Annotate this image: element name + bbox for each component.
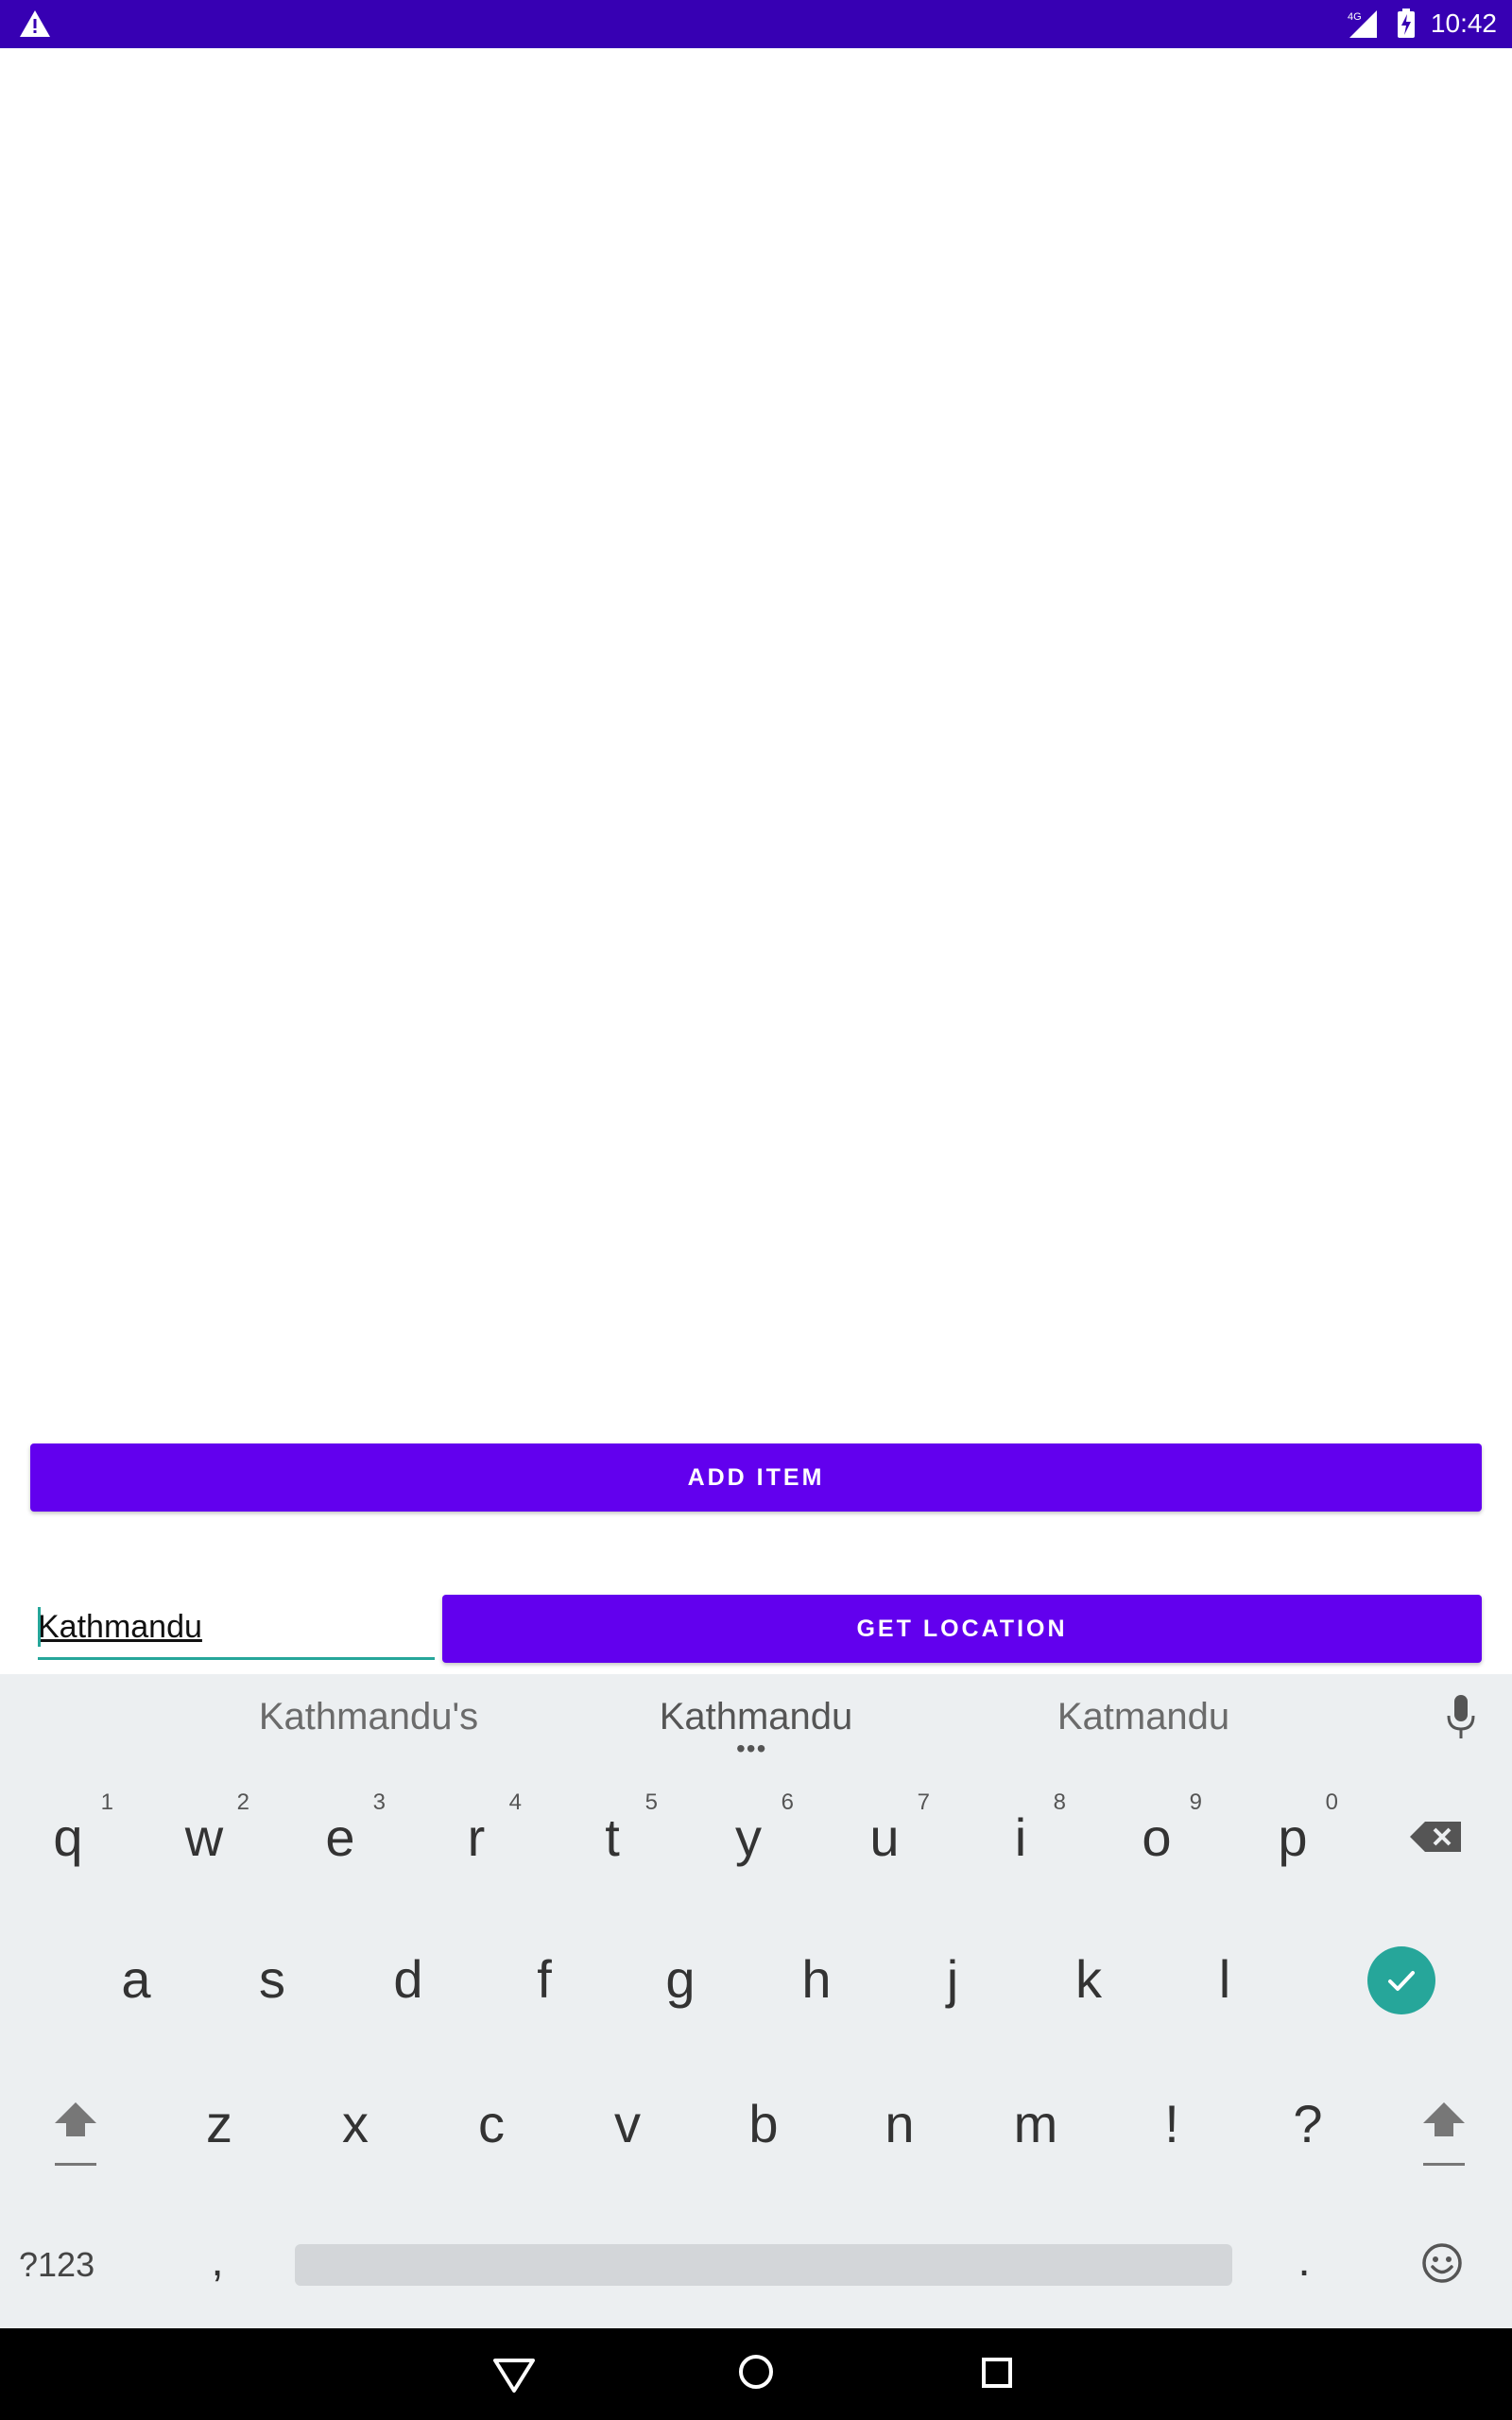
microphone-icon[interactable] [1442,1693,1480,1742]
key-e[interactable]: 3e [274,1771,406,1903]
shift-left-icon[interactable] [47,2095,104,2170]
clock: 10:42 [1430,9,1497,38]
add-item-button[interactable]: ADD ITEM [30,1443,1482,1512]
checkmark-icon [1388,1971,1415,1991]
key-comma[interactable]: , [189,2222,246,2298]
key-d[interactable]: d [342,1912,474,2045]
text-cursor [38,1607,41,1647]
key-period[interactable]: . [1276,2222,1332,2298]
key-o[interactable]: 9o [1091,1771,1223,1903]
key-b[interactable]: b [697,2057,830,2189]
key-exclamation[interactable]: ! [1106,2057,1238,2189]
soft-keyboard: Kathmandu's Kathmandu ••• Katmandu 1q 2w… [0,1674,1512,2328]
key-n[interactable]: n [833,2057,966,2189]
key-h[interactable]: h [750,1912,883,2045]
back-icon[interactable] [491,2355,537,2396]
signal-icon: 4G [1348,10,1377,38]
key-a[interactable]: a [70,1912,202,2045]
key-u[interactable]: 7u [818,1771,951,1903]
symbols-key[interactable]: ?123 [19,2237,132,2293]
key-g[interactable]: g [614,1912,747,2045]
key-l[interactable]: l [1159,1912,1291,2045]
suggestion-strip: Kathmandu's Kathmandu ••• Katmandu [0,1674,1512,1762]
shift-right-icon[interactable] [1416,2095,1472,2170]
location-input[interactable] [38,1598,435,1660]
key-i[interactable]: 8i [954,1771,1087,1903]
key-t[interactable]: 5t [546,1771,679,1903]
key-f[interactable]: f [478,1912,610,2045]
key-question[interactable]: ? [1242,2057,1374,2189]
key-v[interactable]: v [561,2057,694,2189]
navigation-bar [0,2328,1512,2420]
battery-icon [1398,9,1415,38]
warning-icon [20,10,50,37]
svg-text:4G: 4G [1348,11,1362,23]
key-s[interactable]: s [206,1912,338,2045]
get-location-button[interactable]: GET LOCATION [442,1595,1482,1663]
key-m[interactable]: m [970,2057,1102,2189]
key-j[interactable]: j [886,1912,1019,2045]
key-w[interactable]: 2w [138,1771,270,1903]
home-icon[interactable] [737,2353,775,2391]
key-r[interactable]: 4r [410,1771,542,1903]
enter-button[interactable] [1367,1946,1435,2014]
emoji-icon[interactable] [1420,2241,1464,2285]
item-list [0,48,1512,1414]
suggestion-1[interactable]: Kathmandu's [180,1687,558,1746]
key-p[interactable]: 0p [1227,1771,1359,1903]
suggestion-3[interactable]: Katmandu [954,1687,1332,1746]
key-c[interactable]: c [425,2057,558,2189]
status-bar: 4G 10:42 [0,0,1512,48]
key-y[interactable]: 6y [682,1771,815,1903]
recent-apps-icon[interactable] [981,2357,1013,2389]
key-q[interactable]: 1q [2,1771,134,1903]
key-k[interactable]: k [1022,1912,1155,2045]
space-bar[interactable] [295,2244,1232,2286]
more-suggestions-icon[interactable]: ••• [736,1736,766,1762]
key-x[interactable]: x [289,2057,421,2189]
key-z[interactable]: z [153,2057,285,2189]
backspace-icon[interactable] [1408,1818,1465,1856]
